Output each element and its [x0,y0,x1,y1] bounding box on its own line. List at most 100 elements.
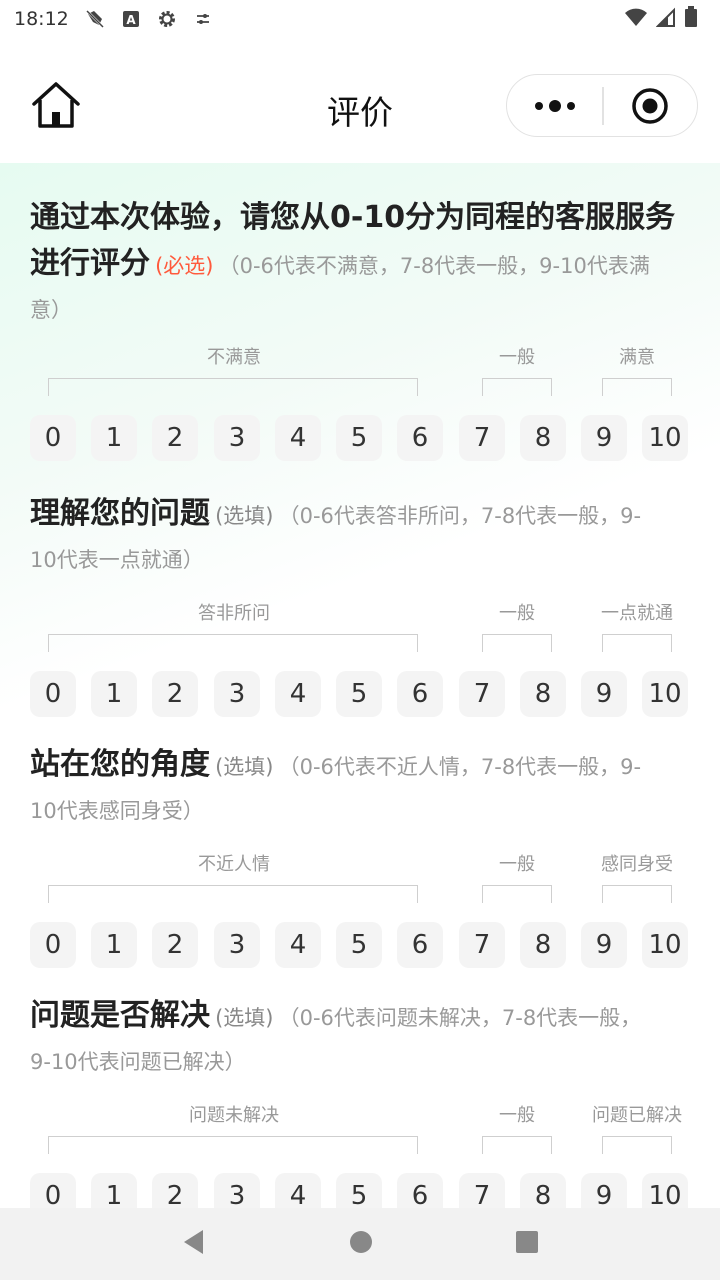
score-options: 0 1 2 3 4 5 6 7 8 9 10 [30,671,690,721]
legend-high: 满意 [619,347,655,368]
score-option[interactable]: 4 [275,415,321,461]
score-option[interactable]: 2 [152,922,198,968]
score-option[interactable]: 6 [397,922,443,968]
score-option[interactable]: 10 [642,671,688,717]
score-option[interactable]: 2 [152,415,198,461]
score-option[interactable]: 5 [336,922,382,968]
score-option[interactable]: 3 [214,1173,260,1208]
rating-form: 通过本次体验，请您从0-10分为同程的客服服务 进行评分 (必选) （0-6代表… [0,163,720,1208]
question-desc-tail: 10代表感同身受） [30,799,204,823]
question-desc-tail: 9-10代表问题已解决） [30,1050,246,1074]
required-flag: (必选) [155,254,214,278]
sync-off-icon [85,9,105,29]
legend-low: 不满意 [207,347,261,368]
score-options: 0 1 2 3 4 5 6 7 8 9 10 [30,922,690,972]
score-option[interactable]: 0 [30,922,76,968]
battery-icon [684,5,698,33]
legend-high: 感同身受 [601,854,673,875]
question-desc-tail: 10代表一点就通） [30,548,204,572]
question-desc-tail: 意） [30,298,72,322]
back-triangle-icon [184,1230,203,1254]
score-option[interactable]: 10 [642,922,688,968]
score-legend: 答非所问 一般 一点就通 [30,599,690,671]
score-option[interactable]: 5 [336,671,382,717]
score-option[interactable]: 0 [30,415,76,461]
score-option[interactable]: 8 [520,415,566,461]
score-option[interactable]: 0 [30,671,76,717]
score-option[interactable]: 10 [642,415,688,461]
legend-high: 一点就通 [601,603,673,624]
score-option[interactable]: 8 [520,671,566,717]
close-mini-program-button[interactable] [604,87,698,125]
score-option[interactable]: 5 [336,1173,382,1208]
score-option[interactable]: 9 [581,1173,627,1208]
score-legend: 不满意 一般 满意 [30,343,690,415]
score-option[interactable]: 8 [520,922,566,968]
score-option[interactable]: 4 [275,922,321,968]
question-title-cont: 进行评分 [30,246,150,281]
score-option[interactable]: 7 [459,922,505,968]
score-legend: 不近人情 一般 感同身受 [30,850,690,922]
a-badge-icon: A [121,9,141,29]
score-option[interactable]: 10 [642,1173,688,1208]
question-desc: （0-6代表不近人情，7-8代表一般，9- [278,755,642,779]
mini-program-capsule [506,74,698,137]
gear-icon [157,9,177,29]
home-circle-icon [350,1231,372,1253]
target-icon [632,87,668,124]
legend-low: 不近人情 [198,854,270,875]
question-resolved: 问题是否解决 (选填) （0-6代表问题未解决，7-8代表一般， 9-10代表问… [30,993,690,1208]
signal-icon [655,7,676,32]
score-option[interactable]: 8 [520,1173,566,1208]
question-understanding: 理解您的问题 (选填) （0-6代表答非所问，7-8代表一般，9- 10代表一点… [30,491,690,721]
home-system-button[interactable] [349,1230,373,1258]
score-options: 0 1 2 3 4 5 6 7 8 9 10 [30,415,690,465]
score-option[interactable]: 1 [91,415,137,461]
legend-low: 答非所问 [198,603,270,624]
score-option[interactable]: 3 [214,922,260,968]
optional-flag: (选填) [215,504,274,528]
score-option[interactable]: 7 [459,1173,505,1208]
score-option[interactable]: 6 [397,671,443,717]
score-option[interactable]: 3 [214,671,260,717]
legend-mid: 一般 [499,854,535,875]
question-title: 站在您的角度 [30,747,210,782]
wifi-icon [624,7,648,32]
recents-square-icon [516,1231,538,1253]
score-option[interactable]: 9 [581,922,627,968]
more-button[interactable] [507,75,602,136]
score-legend: 问题未解决 一般 问题已解决 [30,1101,690,1173]
score-option[interactable]: 2 [152,1173,198,1208]
score-option[interactable]: 5 [336,415,382,461]
score-option[interactable]: 9 [581,671,627,717]
question-desc: （0-6代表不满意，7-8代表一般，9-10代表满 [218,254,650,278]
optional-flag: (选填) [215,1006,274,1030]
score-option[interactable]: 4 [275,671,321,717]
more-dots-icon [534,101,543,110]
legend-mid: 一般 [499,603,535,624]
score-option[interactable]: 9 [581,415,627,461]
status-time: 18:12 [14,8,69,30]
score-option[interactable]: 1 [91,922,137,968]
score-option[interactable]: 7 [459,415,505,461]
svg-text:A: A [126,13,136,27]
score-option[interactable]: 6 [397,1173,443,1208]
score-option[interactable]: 1 [91,671,137,717]
question-title: 理解您的问题 [30,496,210,531]
recents-button[interactable] [515,1230,539,1258]
score-option[interactable]: 0 [30,1173,76,1208]
question-service-rating: 通过本次体验，请您从0-10分为同程的客服服务 进行评分 (必选) （0-6代表… [30,195,690,465]
score-option[interactable]: 4 [275,1173,321,1208]
score-option[interactable]: 3 [214,415,260,461]
question-desc: （0-6代表答非所问，7-8代表一般，9- [278,504,642,528]
score-option[interactable]: 6 [397,415,443,461]
legend-high: 问题已解决 [592,1105,682,1126]
question-empathy: 站在您的角度 (选填) （0-6代表不近人情，7-8代表一般，9- 10代表感同… [30,742,690,972]
legend-low: 问题未解决 [189,1105,279,1126]
question-desc: （0-6代表问题未解决，7-8代表一般， [278,1006,642,1030]
score-option[interactable]: 1 [91,1173,137,1208]
score-option[interactable]: 2 [152,671,198,717]
back-button[interactable] [181,1228,207,1260]
score-option[interactable]: 7 [459,671,505,717]
legend-mid: 一般 [499,1105,535,1126]
